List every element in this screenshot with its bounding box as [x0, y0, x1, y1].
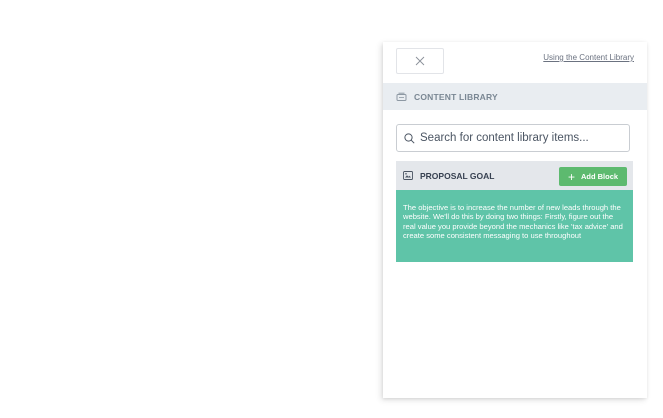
section-title: CONTENT LIBRARY [414, 91, 498, 102]
add-block-button[interactable]: + Add Block [559, 167, 627, 186]
library-icon [396, 91, 408, 103]
section-header: CONTENT LIBRARY [383, 83, 647, 110]
close-button[interactable] [396, 48, 444, 74]
search-box[interactable] [396, 124, 630, 152]
add-block-label: Add Block [580, 172, 619, 181]
close-icon[interactable] [415, 56, 425, 66]
content-library-panel: Using the Content Library CONTENT LIBRAR… [383, 42, 647, 398]
content-item-header: PROPOSAL GOAL + Add Block [396, 161, 633, 190]
content-item-body[interactable]: The objective is to increase the number … [396, 190, 633, 262]
search-icon [404, 132, 415, 144]
help-link[interactable]: Using the Content Library [543, 53, 634, 62]
panel-header: Using the Content Library [383, 42, 647, 83]
plus-icon: + [567, 169, 575, 184]
content-item-title: PROPOSAL GOAL [420, 170, 495, 181]
image-block-icon [403, 171, 413, 180]
search-input[interactable] [415, 131, 629, 145]
